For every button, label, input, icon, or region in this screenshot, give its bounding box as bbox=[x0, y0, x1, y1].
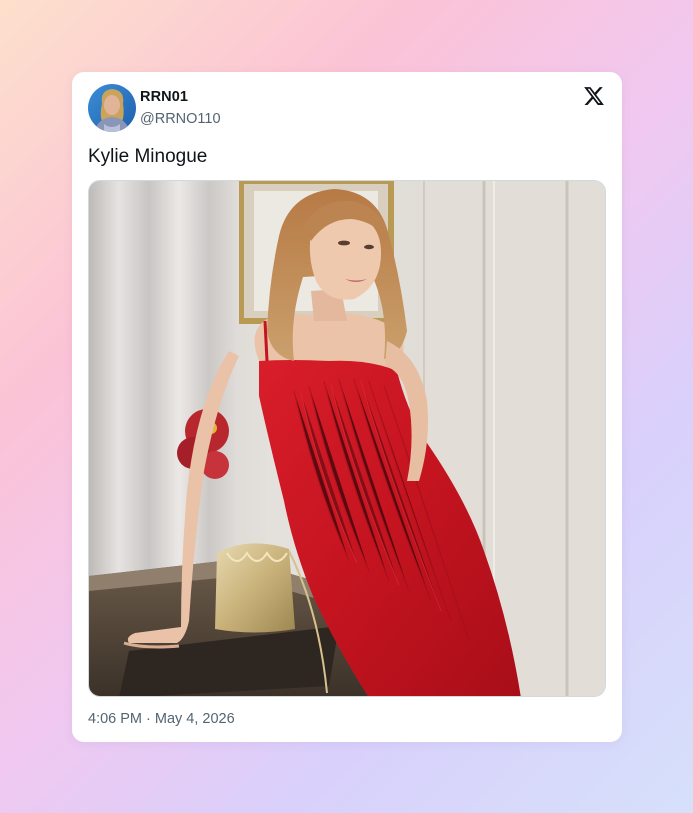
tweet-text: Kylie Minogue bbox=[88, 146, 208, 167]
tweet-card: RRN01 @RRNO110 Kylie Minogue 4:06 PM · M… bbox=[72, 72, 622, 742]
user-handle[interactable]: @RRNO110 bbox=[140, 111, 221, 127]
tweet-photo[interactable] bbox=[88, 180, 606, 697]
display-name[interactable]: RRN01 bbox=[140, 89, 188, 105]
tweet-timestamp[interactable]: 4:06 PM · May 4, 2026 bbox=[88, 711, 235, 727]
x-logo-icon[interactable] bbox=[583, 85, 605, 107]
avatar[interactable] bbox=[88, 84, 136, 132]
